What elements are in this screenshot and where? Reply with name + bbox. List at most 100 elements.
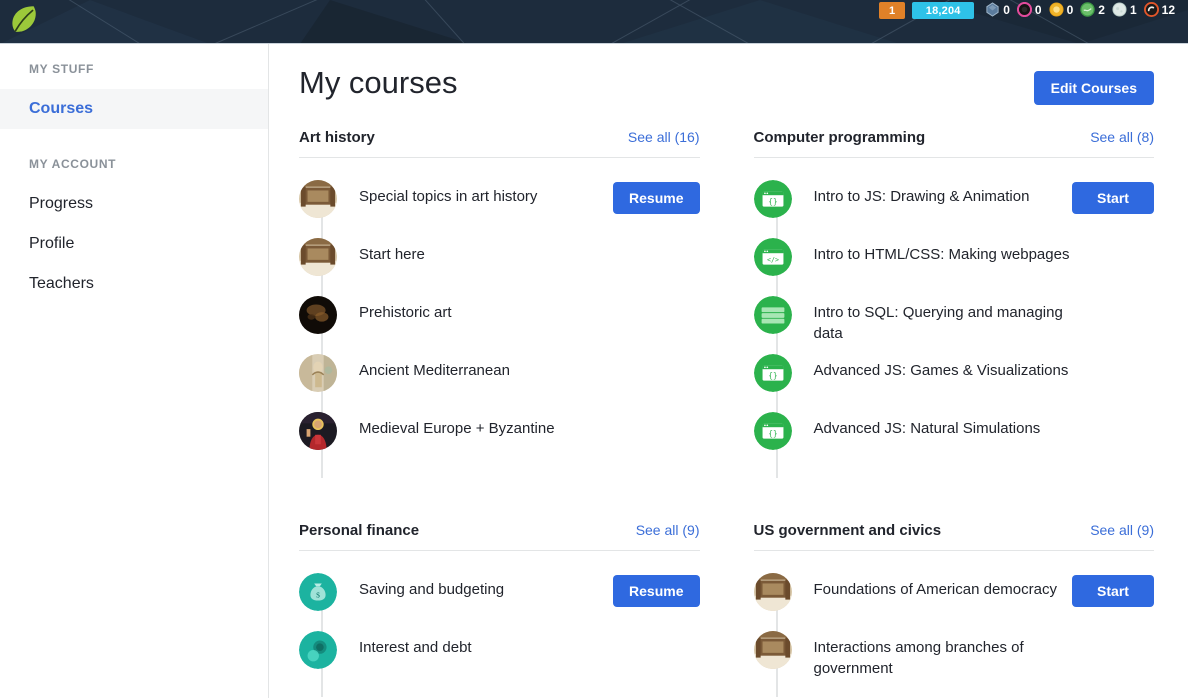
course-list-computer-programming: {} Intro to JS: Drawing & Animation Star… — [753, 158, 1155, 478]
main-header: My courses Edit Courses — [299, 65, 1154, 105]
sidebar-item-courses[interactable]: Courses — [0, 89, 268, 129]
resume-button-art-history[interactable]: Resume — [613, 182, 700, 214]
svg-text:{}: {} — [768, 371, 777, 380]
svg-text:$: $ — [316, 591, 320, 600]
course-row[interactable]: </> Intro to HTML/CSS: Making webpages — [753, 236, 1155, 294]
page-body: MY STUFF Courses MY ACCOUNT Progress Pro… — [0, 44, 1188, 698]
course-action-slot: Start — [1072, 571, 1154, 607]
course-label: Foundations of American democracy — [813, 581, 1057, 598]
course-label: Special topics in art history — [359, 188, 538, 205]
badge-sun-count: 0 — [1066, 2, 1074, 17]
sidebar-item-profile[interactable]: Profile — [0, 224, 268, 264]
section-personal-finance: Personal finance See all (9) $ Saving an… — [299, 522, 700, 697]
badge-challenge-patch-count: 0 — [1034, 2, 1042, 17]
course-row[interactable]: {} Intro to JS: Drawing & Animation Star… — [753, 178, 1154, 236]
khan-academy-logo[interactable] — [6, 2, 40, 36]
svg-text:</>: </> — [767, 256, 779, 264]
course-row[interactable]: Prehistoric art — [299, 294, 700, 352]
ancient-mediterranean-thumbnail-icon — [299, 354, 337, 392]
sapphire-badge-icon — [986, 2, 999, 17]
badge-challenge-patch[interactable]: 0 — [1016, 2, 1042, 17]
course-row[interactable]: Interactions among branches of governmen… — [753, 629, 1155, 687]
page-title: My courses — [299, 65, 458, 100]
course-action-slot: Resume — [613, 178, 700, 214]
course-label: Ancient Mediterranean — [359, 362, 510, 379]
section-computer-programming: Computer programming See all (8) {} Intr… — [753, 129, 1155, 478]
svg-text:{}: {} — [768, 429, 777, 438]
course-sections-grid: Art history See all (16) Special topics … — [299, 129, 1154, 697]
grid-row-spacer — [754, 478, 1155, 522]
topbar-stats: 1 18,204 0 0 0 2 1 12 — [879, 0, 1180, 43]
course-label: Advanced JS: Games & Visualizations — [813, 362, 1069, 379]
course-label: Prehistoric art — [359, 304, 452, 321]
moon-badge-icon — [1112, 2, 1127, 17]
badge-meteorite-count: 12 — [1161, 2, 1175, 17]
section-header: Personal finance See all (9) — [299, 522, 700, 551]
edit-courses-button[interactable]: Edit Courses — [1033, 71, 1154, 105]
badge-sun[interactable]: 0 — [1049, 2, 1074, 17]
badge-sapphire[interactable]: 0 — [985, 2, 1010, 17]
section-header: Art history See all (16) — [299, 129, 700, 158]
course-label: Medieval Europe + Byzantine — [359, 420, 555, 437]
energy-points-badge[interactable]: 1 — [879, 2, 906, 19]
course-list-personal-finance: $ Saving and budgeting Resume Interest a… — [299, 551, 700, 697]
course-row[interactable]: Start here — [299, 236, 700, 294]
coins-icon — [299, 631, 337, 669]
start-button-us-government[interactable]: Start — [1072, 575, 1154, 607]
section-title-personal-finance: Personal finance — [299, 522, 420, 539]
capitol-interior-thumbnail-icon — [753, 631, 792, 669]
see-all-computer-programming[interactable]: See all (8) — [1090, 129, 1154, 145]
badge-sapphire-count: 0 — [1003, 2, 1010, 17]
section-art-history: Art history See all (16) Special topics … — [299, 129, 700, 478]
sidebar-item-teachers[interactable]: Teachers — [0, 264, 268, 304]
top-bar: 1 18,204 0 0 0 2 1 12 — [0, 0, 1188, 44]
badge-earth[interactable]: 2 — [1080, 2, 1105, 17]
course-row[interactable]: Ancient Mediterranean — [299, 352, 700, 410]
art-history-interior-thumbnail-icon — [299, 180, 337, 218]
badge-moon[interactable]: 1 — [1112, 2, 1137, 17]
html-css-window-icon: </> — [753, 238, 792, 276]
see-all-personal-finance[interactable]: See all (9) — [636, 522, 700, 538]
resume-button-personal-finance[interactable]: Resume — [613, 575, 700, 607]
total-points-badge[interactable]: 18,204 — [912, 2, 975, 19]
capitol-interior-thumbnail-icon — [753, 573, 792, 611]
earth-badge-icon — [1080, 2, 1095, 17]
course-list-art-history: Special topics in art history Resume Sta… — [299, 158, 700, 478]
section-us-government-and-civics: US government and civics See all (9) Fou… — [753, 522, 1155, 697]
sun-badge-icon — [1049, 2, 1064, 17]
course-row[interactable]: {} Advanced JS: Games & Visualizations — [753, 352, 1155, 410]
section-title-art-history: Art history — [299, 129, 375, 146]
js-code-window-icon: {} — [753, 180, 792, 218]
section-title-us-government: US government and civics — [753, 522, 942, 539]
course-row[interactable]: $ Saving and budgeting Resume — [299, 571, 700, 629]
course-label: Intro to HTML/CSS: Making webpages — [813, 246, 1070, 263]
sidebar-group-label-my-stuff: MY STUFF — [29, 62, 94, 76]
course-action-slot: Start — [1072, 178, 1154, 214]
sidebar-item-progress[interactable]: Progress — [0, 184, 268, 224]
course-row[interactable]: {} Advanced JS: Natural Simulations — [753, 410, 1155, 468]
course-list-us-government: Foundations of American democracy Start … — [753, 551, 1155, 697]
course-label: Start here — [359, 246, 425, 263]
main-content: My courses Edit Courses Art history See … — [269, 44, 1188, 698]
sidebar-group-label-my-account: MY ACCOUNT — [29, 157, 117, 171]
grid-row-spacer — [299, 478, 700, 522]
course-row[interactable]: Medieval Europe + Byzantine — [299, 410, 700, 468]
sidebar: MY STUFF Courses MY ACCOUNT Progress Pro… — [0, 44, 269, 698]
badge-moon-count: 1 — [1129, 2, 1137, 17]
khan-academy-leaf-logo-icon — [12, 6, 36, 32]
art-history-interior-thumbnail-icon — [299, 238, 337, 276]
course-label: Intro to JS: Drawing & Animation — [813, 188, 1030, 205]
course-row[interactable]: Interest and debt — [299, 629, 700, 687]
course-row[interactable]: Special topics in art history Resume — [299, 178, 700, 236]
badge-meteorite[interactable]: 12 — [1143, 2, 1175, 17]
course-label: Saving and budgeting — [359, 581, 505, 598]
prehistoric-art-thumbnail-icon — [299, 296, 337, 334]
course-row[interactable]: Intro to SQL: Querying and managing data — [753, 294, 1155, 352]
section-header: Computer programming See all (8) — [753, 129, 1154, 158]
see-all-us-government[interactable]: See all (9) — [1090, 522, 1154, 538]
see-all-art-history[interactable]: See all (16) — [628, 129, 700, 145]
meteorite-badge-icon — [1143, 2, 1159, 17]
course-row[interactable]: Foundations of American democracy Start — [753, 571, 1154, 629]
section-header: US government and civics See all (9) — [753, 522, 1154, 551]
start-button-computer-programming[interactable]: Start — [1072, 182, 1154, 214]
